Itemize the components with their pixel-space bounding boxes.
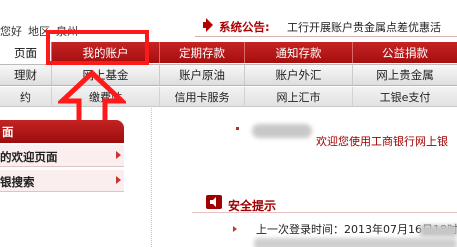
bullet-icon bbox=[233, 226, 237, 232]
sidebar-header-label: 面 bbox=[2, 125, 14, 139]
nav-item-precious-metals[interactable]: 网上贵金属 bbox=[353, 65, 457, 85]
notice-link[interactable]: 工行开展账户贵金属点差优惠活 bbox=[287, 19, 441, 35]
nav-tab-fixed-deposit[interactable]: 定期存款 bbox=[160, 42, 245, 63]
primary-nav: 页面 我的账户 定期存款 通知存款 公益捐款 bbox=[0, 42, 457, 63]
welcome-message: 欢迎您使用工商银行网上银 bbox=[316, 135, 448, 148]
nav-tab-home[interactable]: 页面 bbox=[0, 42, 52, 63]
nav-item-finance[interactable]: 理财 bbox=[0, 65, 52, 85]
security-divider bbox=[192, 212, 457, 213]
content-divider bbox=[151, 108, 152, 247]
top-bar: 您好 地区 泉州 系统公告: 工行开展账户贵金属点差优惠活 bbox=[0, 0, 457, 42]
sidebar-header: 面 bbox=[0, 120, 124, 143]
nav-tab-notice-deposit[interactable]: 通知存款 bbox=[245, 42, 353, 63]
speaker-icon bbox=[203, 18, 213, 32]
bank-portal-page: 您好 地区 泉州 系统公告: 工行开展账户贵金属点差优惠活 页面 我的账户 定期存款… bbox=[0, 0, 457, 247]
redacted-time bbox=[420, 225, 457, 237]
redacted-username bbox=[252, 124, 312, 138]
notice-title: 系统公告: bbox=[219, 20, 270, 34]
sidebar-item-label: 银搜索 bbox=[0, 175, 35, 189]
sidebar-item-welcome-page[interactable]: 的欢迎页面 bbox=[0, 145, 124, 167]
welcome-marker bbox=[236, 127, 239, 130]
nav-tab-my-account[interactable]: 我的账户 bbox=[52, 42, 160, 63]
nav-item-online-fx-market[interactable]: 网上汇市 bbox=[245, 87, 353, 106]
nav-tab-charity[interactable]: 公益捐款 bbox=[353, 42, 457, 63]
sidebar-item-search[interactable]: 银搜索 bbox=[0, 170, 124, 192]
greeting-area: 您好 地区 泉州 bbox=[0, 23, 78, 39]
region-select[interactable]: 泉州 bbox=[56, 25, 78, 38]
nav-item-epay[interactable]: 工银e支付 bbox=[353, 87, 457, 106]
sidebar-item-label: 的欢迎页面 bbox=[0, 150, 58, 164]
region-label: 地区 bbox=[28, 25, 50, 38]
security-speaker-icon bbox=[206, 195, 222, 209]
chevron-right-icon bbox=[116, 151, 121, 159]
chevron-right-icon bbox=[116, 176, 121, 184]
notice-divider bbox=[195, 36, 457, 37]
nav-item-credit-card[interactable]: 信用卡服务 bbox=[160, 87, 245, 106]
nav-item-account-forex[interactable]: 账户外汇 bbox=[245, 65, 353, 85]
greeting-text: 您好 bbox=[0, 25, 22, 38]
nav-item-account-crude-oil[interactable]: 账户原油 bbox=[160, 65, 245, 85]
nav-item-appointment[interactable]: 约 bbox=[0, 87, 52, 106]
redacted-info bbox=[254, 238, 457, 247]
